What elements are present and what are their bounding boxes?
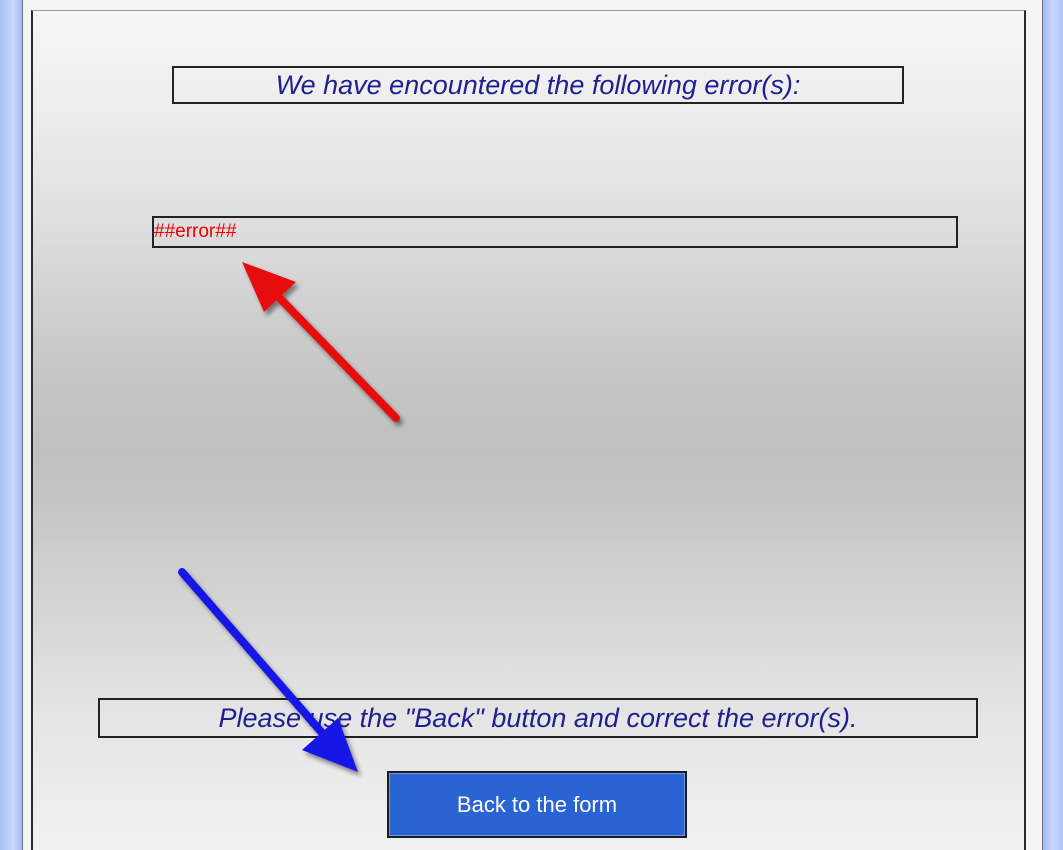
back-to-form-button[interactable]: Back to the form: [387, 771, 687, 838]
window-frame-left: [0, 0, 22, 850]
window-frame-right: [1043, 0, 1063, 850]
error-heading: We have encountered the following error(…: [172, 66, 904, 104]
instructions-text: Please use the "Back" button and correct…: [98, 698, 978, 738]
error-placeholder: ##error##: [152, 216, 958, 248]
